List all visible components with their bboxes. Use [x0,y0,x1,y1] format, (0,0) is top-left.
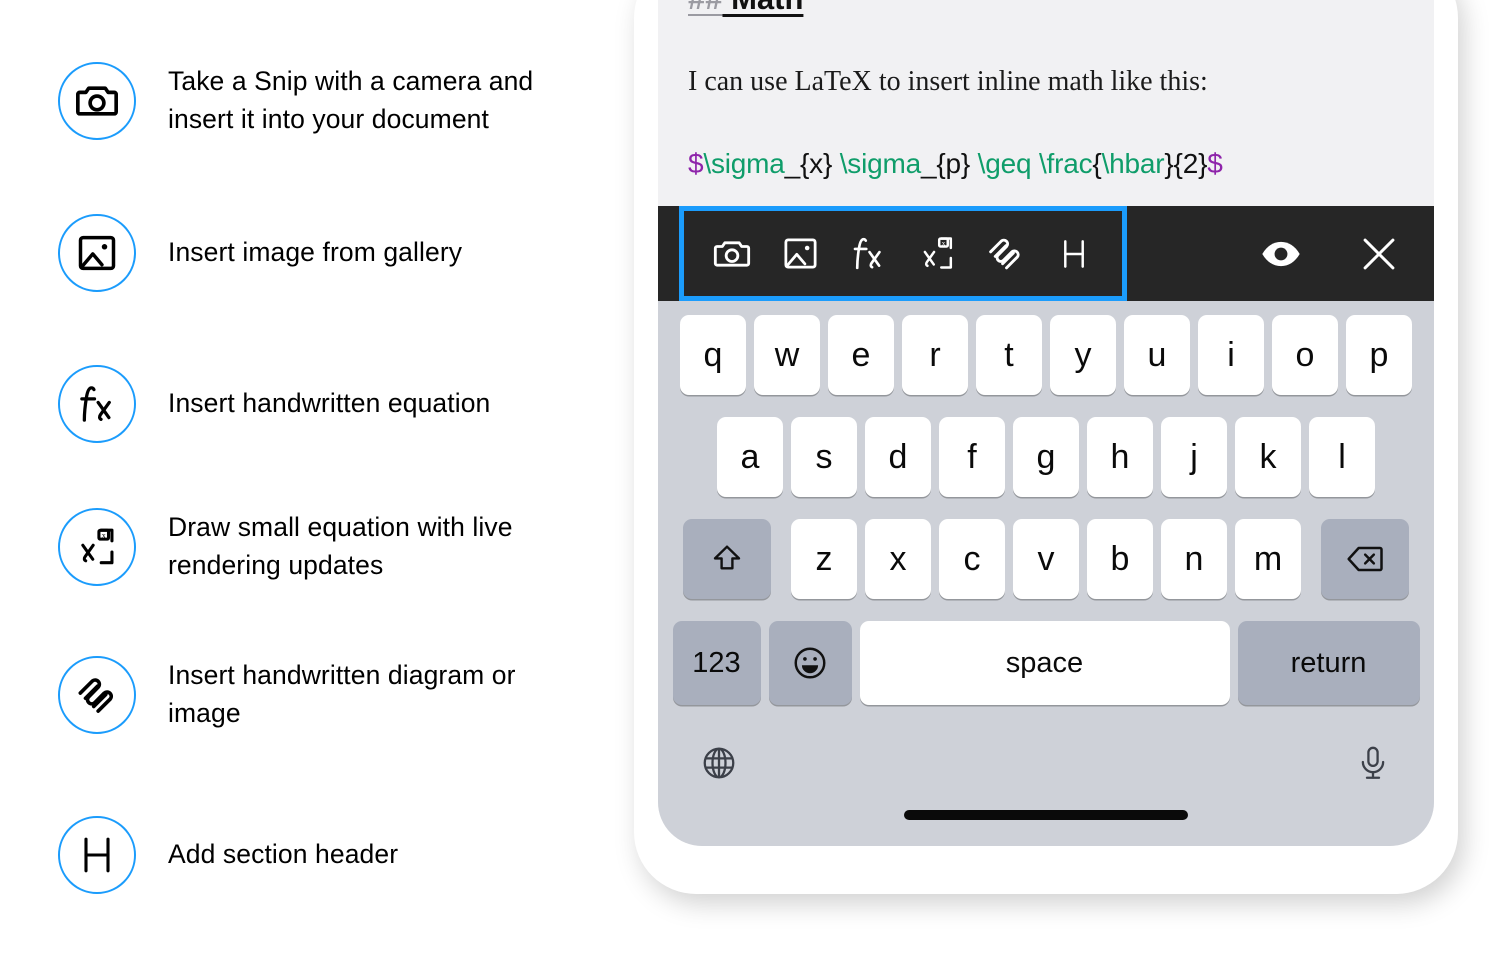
numbers-key[interactable]: 123 [672,621,761,705]
latex-token-cmd: \sigma [839,148,921,180]
superscript-equation-icon[interactable]: x [908,225,966,283]
globe-icon[interactable] [700,744,738,787]
keyboard-row-3: zxcvbnm [658,519,1434,599]
fx-function-icon[interactable] [840,225,898,283]
latex-token-cmd: \frac [1038,148,1093,180]
key-a[interactable]: a [717,417,783,497]
key-s[interactable]: s [791,417,857,497]
svg-text:x: x [102,531,106,540]
key-n[interactable]: n [1161,519,1227,599]
insert-toolbar-actions [1252,206,1408,301]
svg-text:x: x [941,239,945,247]
insert-toolbar: x [658,206,1434,301]
key-p[interactable]: p [1346,315,1412,395]
keyboard-row-4: 123 space return [658,621,1434,705]
phone-screen: ## Math I can use LaTeX to insert inline… [658,0,1434,846]
scribble-diagram-icon[interactable] [976,225,1034,283]
key-e[interactable]: e [828,315,894,395]
insert-toolbar-highlight-group: x [679,206,1127,301]
key-h[interactable]: h [1087,417,1153,497]
camera-icon[interactable] [703,225,761,283]
legend-label: Insert handwritten equation [168,388,491,419]
legend-item-camera: Take a Snip with a camera and insert it … [58,62,588,140]
legend-label: Take a Snip with a camera and insert it … [168,66,534,134]
key-u[interactable]: u [1124,315,1190,395]
key-c[interactable]: c [939,519,1005,599]
superscript-equation-icon: x [58,508,136,586]
legend-item-diagram: Insert handwritten diagram or image [58,656,588,734]
latex-token-cmd: \geq [977,148,1032,180]
latex-token-plain: { [1092,148,1102,180]
key-i[interactable]: i [1198,315,1264,395]
key-o[interactable]: o [1272,315,1338,395]
latex-token-plain: _{x} [784,148,840,180]
on-screen-keyboard: qwertyuiop asdfghjkl zxcvbnm 123 space r… [658,301,1434,846]
shift-icon[interactable] [683,519,771,599]
camera-icon [58,62,136,140]
legend-item-header: Add section header [58,816,398,894]
header-h-icon[interactable] [1045,225,1103,283]
legend-item-gallery: Insert image from gallery [58,214,462,292]
latex-token-dollar: $ [1207,148,1223,180]
latex-token-dollar: $ [688,148,704,180]
feature-legend: Take a Snip with a camera and insert it … [0,0,620,959]
key-y[interactable]: y [1050,315,1116,395]
key-k[interactable]: k [1235,417,1301,497]
key-t[interactable]: t [976,315,1042,395]
header-h-icon [58,816,136,894]
legend-item-small-equation: x Draw small equation with live renderin… [58,508,588,586]
key-d[interactable]: d [865,417,931,497]
image-gallery-icon[interactable] [771,225,829,283]
microphone-icon[interactable] [1354,744,1392,787]
keyboard-bottom-bar [658,725,1434,805]
legend-label: Draw small equation with live rendering … [168,512,513,580]
key-r[interactable]: r [902,315,968,395]
close-icon[interactable] [1350,225,1408,283]
fx-function-icon [58,365,136,443]
space-key[interactable]: space [859,621,1230,705]
legend-item-fx: Insert handwritten equation [58,365,490,443]
document-latex-line: $\sigma_{x} \sigma_{p} \geq \frac{\hbar}… [688,148,1404,180]
legend-label: Insert image from gallery [168,237,463,268]
key-j[interactable]: j [1161,417,1227,497]
latex-token-plain: }{2} [1164,148,1208,180]
return-key[interactable]: return [1237,621,1420,705]
document-paragraph: I can use LaTeX to insert inline math li… [688,66,1208,98]
heading-hash-marks: ## [688,0,722,16]
legend-label: Add section header [168,839,399,870]
home-indicator [904,810,1188,820]
emoji-icon[interactable] [768,621,852,705]
key-f[interactable]: f [939,417,1005,497]
heading-title-text: Math [722,0,803,16]
latex-token-cmd: \hbar [1101,148,1165,180]
backspace-icon[interactable] [1321,519,1409,599]
key-g[interactable]: g [1013,417,1079,497]
key-m[interactable]: m [1235,519,1301,599]
keyboard-row-1: qwertyuiop [658,315,1434,395]
key-q[interactable]: q [680,315,746,395]
phone-mockup: ## Math I can use LaTeX to insert inline… [634,0,1458,894]
key-z[interactable]: z [791,519,857,599]
scribble-diagram-icon [58,656,136,734]
key-b[interactable]: b [1087,519,1153,599]
key-l[interactable]: l [1309,417,1375,497]
keyboard-row-3-letters: zxcvbnm [791,519,1301,599]
legend-label: Insert handwritten diagram or image [168,660,516,728]
image-gallery-icon [58,214,136,292]
eye-preview-icon[interactable] [1252,225,1310,283]
latex-token-plain: _{p} [921,148,978,180]
key-x[interactable]: x [865,519,931,599]
key-w[interactable]: w [754,315,820,395]
document-heading: ## Math [688,0,1404,16]
keyboard-row-2: asdfghjkl [658,417,1434,497]
key-v[interactable]: v [1013,519,1079,599]
latex-token-plain [1031,148,1039,179]
latex-token-cmd: \sigma [703,148,785,180]
